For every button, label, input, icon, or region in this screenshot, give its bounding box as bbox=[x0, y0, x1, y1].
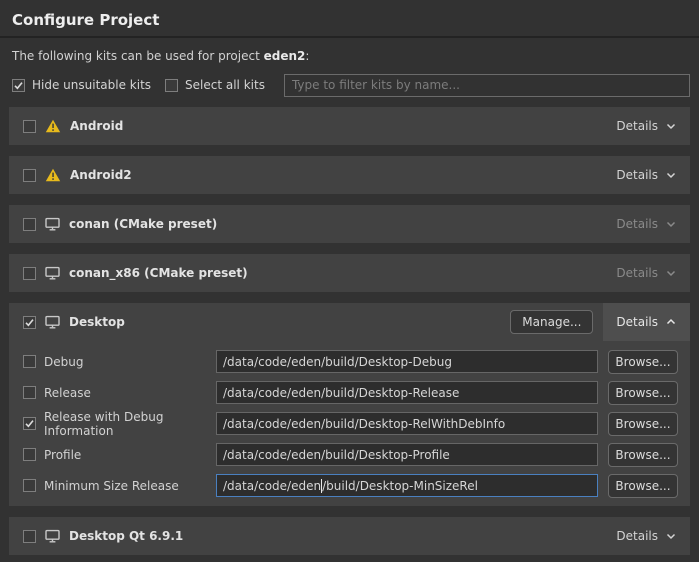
browse-button[interactable]: Browse... bbox=[608, 381, 678, 405]
config-checkbox[interactable] bbox=[23, 448, 36, 461]
build-dir-input[interactable]: /data/code/eden/build/Desktop-Profile bbox=[216, 443, 598, 466]
desktop-icon bbox=[45, 266, 60, 280]
details-label: Details bbox=[616, 217, 658, 231]
kit-header[interactable]: Desktop Manage... Details bbox=[9, 303, 690, 341]
details-toggle[interactable]: Details bbox=[603, 517, 690, 555]
details-label: Details bbox=[616, 119, 658, 133]
build-config-row-release: Release /data/code/eden/build/Desktop-Re… bbox=[9, 381, 690, 404]
checkbox-checked-icon bbox=[12, 79, 25, 92]
build-dir-value: /data/code/eden/build/Desktop-Profile bbox=[223, 448, 450, 462]
kit-header[interactable]: conan (CMake preset) Details bbox=[9, 205, 690, 243]
config-checkbox[interactable] bbox=[23, 355, 36, 368]
kit-checkbox[interactable] bbox=[23, 218, 36, 231]
config-checkbox[interactable] bbox=[23, 386, 36, 399]
title-separator bbox=[0, 36, 699, 38]
details-toggle[interactable]: Details bbox=[603, 156, 690, 194]
configure-project-page: Configure Project The following kits can… bbox=[0, 0, 699, 562]
details-toggle[interactable]: Details bbox=[603, 303, 690, 341]
page-title: Configure Project bbox=[9, 0, 690, 36]
details-label: Details bbox=[616, 315, 658, 329]
config-checkbox[interactable] bbox=[23, 479, 36, 492]
details-toggle[interactable]: Details bbox=[603, 107, 690, 145]
kit-row-conan: conan (CMake preset) Details bbox=[9, 205, 690, 243]
select-all-kits-label: Select all kits bbox=[185, 78, 265, 92]
build-dir-value: /data/code/eden/build/Desktop-RelWithDeb… bbox=[223, 417, 505, 431]
build-dir-input[interactable]: /data/code/eden/build/Desktop-Release bbox=[216, 381, 598, 404]
details-label: Details bbox=[616, 529, 658, 543]
config-label: Release with Debug Information bbox=[44, 410, 216, 438]
config-label: Profile bbox=[44, 448, 216, 462]
kit-filter-controls: Hide unsuitable kits Select all kits bbox=[12, 73, 690, 97]
kit-row-android2: Android2 Details bbox=[9, 156, 690, 194]
chevron-down-icon bbox=[665, 267, 677, 279]
kit-header[interactable]: conan_x86 (CMake preset) Details bbox=[9, 254, 690, 292]
hide-unsuitable-kits-label: Hide unsuitable kits bbox=[32, 78, 151, 92]
build-dir-value: /data/code/eden/build/Desktop-Debug bbox=[223, 355, 452, 369]
config-checkbox[interactable] bbox=[23, 417, 36, 430]
kit-checkbox[interactable] bbox=[23, 267, 36, 280]
kit-checkbox[interactable] bbox=[23, 120, 36, 133]
project-name: eden2 bbox=[264, 49, 306, 63]
kit-name: conan (CMake preset) bbox=[69, 217, 217, 231]
details-label: Details bbox=[616, 266, 658, 280]
manage-kits-button[interactable]: Manage... bbox=[510, 310, 593, 334]
kit-name: conan_x86 (CMake preset) bbox=[69, 266, 248, 280]
browse-button[interactable]: Browse... bbox=[608, 474, 678, 498]
kit-checkbox[interactable] bbox=[23, 316, 36, 329]
chevron-down-icon bbox=[665, 169, 677, 181]
kit-header[interactable]: Android Details bbox=[9, 107, 690, 145]
kit-header[interactable]: Desktop Qt 6.9.1 Details bbox=[9, 517, 690, 555]
details-label: Details bbox=[616, 168, 658, 182]
build-config-row-profile: Profile /data/code/eden/build/Desktop-Pr… bbox=[9, 443, 690, 466]
subtitle-text: The following kits can be used for proje… bbox=[12, 49, 264, 63]
kit-name: Desktop bbox=[69, 315, 125, 329]
kit-checkbox[interactable] bbox=[23, 530, 36, 543]
config-label: Debug bbox=[44, 355, 216, 369]
build-config-row-debug: Debug /data/code/eden/build/Desktop-Debu… bbox=[9, 350, 690, 373]
build-dir-input[interactable]: /data/code/eden/build/Desktop-Debug bbox=[216, 350, 598, 373]
browse-button[interactable]: Browse... bbox=[608, 350, 678, 374]
kit-row-desktop-qt: Desktop Qt 6.9.1 Details bbox=[9, 517, 690, 555]
desktop-icon bbox=[45, 315, 60, 329]
warning-icon bbox=[45, 168, 61, 182]
browse-button[interactable]: Browse... bbox=[608, 412, 678, 436]
desktop-icon bbox=[45, 217, 60, 231]
build-dir-value: /data/code/eden/build/Desktop-Release bbox=[223, 386, 459, 400]
config-label: Minimum Size Release bbox=[44, 479, 216, 493]
build-dir-value: /build/Desktop-MinSizeRel bbox=[322, 479, 478, 493]
chevron-down-icon bbox=[665, 218, 677, 230]
chevron-down-icon bbox=[665, 120, 677, 132]
build-dir-value: /data/code/eden bbox=[223, 479, 321, 493]
build-dir-input-focused[interactable]: /data/code/eden/build/Desktop-MinSizeRel bbox=[216, 474, 598, 497]
kit-details-panel: Debug /data/code/eden/build/Desktop-Debu… bbox=[9, 341, 690, 506]
config-label: Release bbox=[44, 386, 216, 400]
filter-kits-input[interactable] bbox=[284, 74, 690, 97]
warning-icon bbox=[45, 119, 61, 133]
kit-name: Android bbox=[70, 119, 123, 133]
kit-list: Android Details Android2 Det bbox=[9, 107, 690, 555]
build-dir-input[interactable]: /data/code/eden/build/Desktop-RelWithDeb… bbox=[216, 412, 598, 435]
desktop-icon bbox=[45, 529, 60, 543]
kit-header[interactable]: Android2 Details bbox=[9, 156, 690, 194]
build-config-row-minsizerel: Minimum Size Release /data/code/eden/bui… bbox=[9, 474, 690, 497]
details-toggle[interactable]: Details bbox=[603, 254, 690, 292]
select-all-kits-checkbox[interactable]: Select all kits bbox=[165, 78, 265, 92]
kit-checkbox[interactable] bbox=[23, 169, 36, 182]
kit-name: Android2 bbox=[70, 168, 132, 182]
chevron-down-icon bbox=[665, 530, 677, 542]
kits-subtitle: The following kits can be used for proje… bbox=[12, 49, 687, 63]
details-toggle[interactable]: Details bbox=[603, 205, 690, 243]
kit-row-android: Android Details bbox=[9, 107, 690, 145]
browse-button[interactable]: Browse... bbox=[608, 443, 678, 467]
kit-row-conan-x86: conan_x86 (CMake preset) Details bbox=[9, 254, 690, 292]
subtitle-colon: : bbox=[305, 49, 309, 63]
chevron-up-icon bbox=[665, 316, 677, 328]
kit-name: Desktop Qt 6.9.1 bbox=[69, 529, 183, 543]
kit-row-desktop: Desktop Manage... Details Debug /data/co… bbox=[9, 303, 690, 506]
hide-unsuitable-kits-checkbox[interactable]: Hide unsuitable kits bbox=[12, 78, 151, 92]
build-config-row-relwithdebinfo: Release with Debug Information /data/cod… bbox=[9, 412, 690, 435]
checkbox-unchecked-icon bbox=[165, 79, 178, 92]
